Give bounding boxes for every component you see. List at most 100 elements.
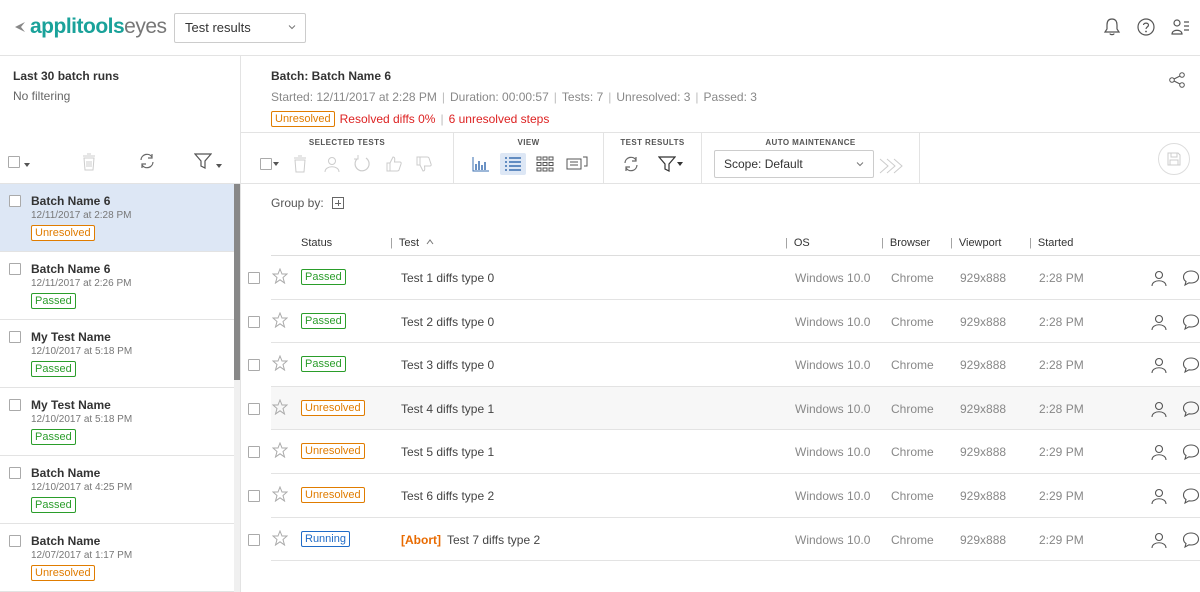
header-started[interactable]: | Started [1029, 237, 1073, 249]
table-row[interactable]: Unresolved Test 6 diffs type 2 Windows 10.… [248, 474, 1200, 518]
test-name[interactable]: Test 7 diffs type 2 [447, 533, 540, 547]
header-os[interactable]: | OS [785, 237, 810, 249]
test-name[interactable]: Test 5 diffs type 1 [401, 445, 494, 459]
filter-batches-button[interactable] [193, 152, 223, 173]
caret-down-icon[interactable] [23, 161, 31, 169]
row-checkbox[interactable] [248, 272, 260, 284]
unresolved-steps-link[interactable]: 6 unresolved steps [449, 112, 550, 126]
sidebar-filter-text: No filtering [13, 89, 71, 103]
batch-checkbox[interactable] [9, 195, 21, 207]
reject-tests-button[interactable] [411, 153, 437, 175]
row-checkbox[interactable] [248, 446, 260, 459]
test-name[interactable]: Test 2 diffs type 0 [401, 315, 494, 329]
view-list-button[interactable] [500, 153, 526, 175]
checkbox[interactable] [8, 156, 20, 168]
header-browser[interactable]: | Browser [881, 237, 930, 249]
test-status-badge: Unresolved [301, 443, 365, 460]
assign-user-button[interactable] [319, 153, 345, 175]
star-icon[interactable] [271, 485, 289, 503]
table-row[interactable]: Running [Abort] Test 7 diffs type 2 Windows… [248, 518, 1200, 562]
table-row[interactable]: Passed Test 1 diffs type 0 Windows 10.0 Chr… [248, 256, 1200, 300]
comment-icon[interactable] [1182, 443, 1200, 461]
filter-funnel-icon [658, 156, 676, 172]
row-checkbox[interactable] [248, 489, 260, 502]
assignee-user-icon[interactable] [1150, 400, 1168, 418]
browser-cell: Chrome [891, 358, 934, 373]
batch-list-item[interactable]: My Test Name 12/10/2017 at 5:18 PM Passed [0, 388, 234, 456]
apply-maintenance-button[interactable] [878, 155, 904, 177]
user-settings-icon[interactable] [1170, 17, 1190, 37]
test-name[interactable]: Test 1 diffs type 0 [401, 271, 494, 285]
os-cell: Windows 10.0 [795, 532, 871, 547]
share-icon[interactable] [1168, 71, 1186, 89]
batch-list-item[interactable]: Batch Name 6 12/11/2017 at 2:28 PM Unresol… [0, 184, 234, 252]
row-checkbox[interactable] [248, 402, 260, 415]
row-checkbox[interactable] [248, 359, 260, 372]
header-test[interactable]: | Test [390, 237, 434, 249]
table-row[interactable]: Unresolved Test 5 diffs type 1 Windows 10.… [248, 430, 1200, 474]
filter-results-button[interactable] [654, 153, 688, 175]
header-viewport[interactable]: | Viewport [950, 237, 1001, 249]
batch-checkbox[interactable] [9, 535, 21, 547]
comment-icon[interactable] [1182, 487, 1200, 505]
star-icon[interactable] [271, 311, 289, 328]
table-row[interactable]: Passed Test 2 diffs type 0 Windows 10.0 Chr… [248, 300, 1200, 344]
assignee-user-icon[interactable] [1150, 269, 1168, 287]
view-select-dropdown[interactable]: Test results [174, 13, 306, 43]
sidebar-scrollbar[interactable] [234, 184, 240, 592]
assignee-user-icon[interactable] [1150, 356, 1168, 374]
accept-tests-button[interactable] [381, 153, 407, 175]
help-icon[interactable] [1136, 17, 1156, 37]
table-row[interactable]: Unresolved Test 4 diffs type 1 Windows 10.… [248, 386, 1200, 431]
select-all-batches-checkbox[interactable] [8, 156, 31, 171]
notifications-bell-icon[interactable] [1102, 17, 1122, 37]
scope-dropdown[interactable]: Scope: Default [714, 150, 874, 178]
refresh-icon[interactable] [138, 152, 156, 170]
test-name[interactable]: Test 6 diffs type 2 [401, 489, 494, 503]
star-icon[interactable] [271, 398, 289, 415]
select-all-tests-checkbox[interactable] [255, 153, 285, 175]
assignee-user-icon[interactable] [1150, 487, 1168, 505]
star-icon[interactable] [271, 442, 289, 459]
test-name[interactable]: Test 4 diffs type 1 [401, 402, 494, 416]
batch-status-badge: Unresolved [31, 565, 95, 581]
abort-link[interactable]: [Abort] [401, 533, 441, 547]
started-cell: 2:28 PM [1039, 401, 1084, 416]
table-row[interactable]: Passed Test 3 diffs type 0 Windows 10.0 Chr… [248, 343, 1200, 387]
header-status[interactable]: Status [301, 237, 332, 249]
comment-icon[interactable] [1182, 356, 1200, 374]
comment-icon[interactable] [1182, 400, 1200, 418]
batch-checkbox[interactable] [9, 399, 21, 411]
view-chart-button[interactable] [468, 153, 494, 175]
batch-list-item[interactable]: Batch Name 6 12/11/2017 at 2:26 PM Passed [0, 252, 234, 320]
assignee-user-icon[interactable] [1150, 443, 1168, 461]
star-icon[interactable] [271, 267, 289, 285]
scrollbar-thumb[interactable] [234, 184, 240, 380]
batch-checkbox[interactable] [9, 467, 21, 479]
star-icon[interactable] [271, 354, 289, 372]
save-button[interactable] [1158, 143, 1190, 175]
test-name[interactable]: Test 3 diffs type 0 [401, 358, 494, 372]
row-checkbox[interactable] [248, 315, 260, 328]
delete-trash-icon[interactable] [82, 153, 96, 171]
add-group-plus-icon[interactable] [331, 197, 344, 209]
batch-list-item[interactable]: Batch Name 12/10/2017 at 4:25 PM Passed [0, 456, 234, 524]
row-checkbox[interactable] [248, 533, 260, 546]
batch-checkbox[interactable] [9, 331, 21, 343]
assignee-user-icon[interactable] [1150, 313, 1168, 331]
view-grid-button[interactable] [532, 153, 558, 175]
comment-icon[interactable] [1182, 531, 1200, 549]
star-icon[interactable] [271, 529, 289, 546]
view-details-button[interactable] [564, 153, 590, 175]
batch-checkbox[interactable] [9, 263, 21, 275]
rerun-tests-button[interactable] [349, 153, 375, 175]
checkbox[interactable] [260, 158, 272, 170]
assignee-user-icon[interactable] [1150, 531, 1168, 549]
batch-list-item[interactable]: My Test Name 12/10/2017 at 5:18 PM Passed [0, 320, 234, 388]
comment-icon[interactable] [1182, 313, 1200, 331]
delete-tests-button[interactable] [287, 153, 313, 175]
comment-icon[interactable] [1182, 269, 1200, 287]
refresh-results-button[interactable] [618, 153, 644, 175]
batch-list-item[interactable]: Batch Name 12/07/2017 at 1:17 PM Unresolve… [0, 524, 234, 592]
applitools-logo[interactable]: applitools eyes [14, 15, 167, 39]
